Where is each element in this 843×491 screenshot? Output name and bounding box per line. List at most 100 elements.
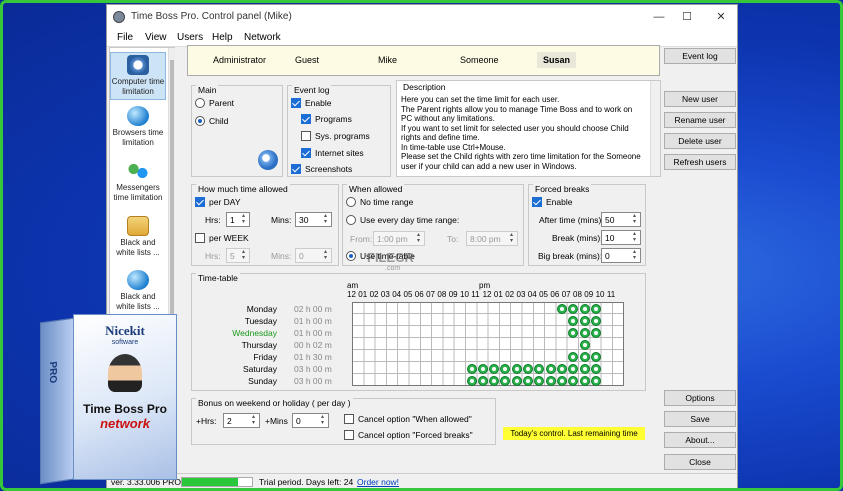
allowed-slot[interactable]	[579, 316, 590, 326]
allowed-slot[interactable]	[568, 316, 579, 326]
day-hrs-input[interactable]: 1	[226, 212, 250, 227]
allowed-slot[interactable]	[511, 376, 522, 386]
hour-label: 08	[573, 290, 582, 299]
allowed-slot[interactable]	[579, 376, 590, 386]
rename-user-button[interactable]: Rename user	[664, 112, 736, 128]
per-day-checkbox[interactable]	[195, 197, 205, 207]
allowed-slot[interactable]	[500, 376, 511, 386]
allowed-slot[interactable]	[579, 340, 590, 350]
cancel-forced-breaks-checkbox[interactable]	[344, 430, 354, 440]
event-log-button[interactable]: Event log	[664, 48, 736, 64]
day-mins-input[interactable]: 30	[295, 212, 332, 227]
menu-network[interactable]: Network	[244, 32, 281, 43]
timetable-grid[interactable]	[352, 302, 624, 386]
to-time-input[interactable]: 8:00 pm	[466, 231, 518, 246]
user-tab-susan[interactable]: Susan	[537, 52, 577, 68]
allowed-slot[interactable]	[556, 364, 567, 374]
allowed-slot[interactable]	[590, 364, 601, 374]
no-range-radio[interactable]	[346, 197, 356, 207]
allowed-slot[interactable]	[545, 376, 556, 386]
from-time-input[interactable]: 1:00 pm	[373, 231, 425, 246]
allowed-slot[interactable]	[579, 304, 590, 314]
sidebar-item-browsers-time[interactable]: Browsers time limitation	[110, 106, 166, 148]
sys-programs-checkbox[interactable]	[301, 131, 311, 141]
allowed-slot[interactable]	[489, 364, 500, 374]
bonus-hrs-input[interactable]: 2	[223, 413, 260, 428]
allowed-slot[interactable]	[556, 376, 567, 386]
allowed-slot[interactable]	[579, 364, 590, 374]
child-radio[interactable]	[195, 116, 205, 126]
screenshots-checkbox[interactable]	[291, 164, 301, 174]
allowed-slot[interactable]	[534, 364, 545, 374]
internet-sites-checkbox[interactable]	[301, 148, 311, 158]
allowed-slot[interactable]	[590, 316, 601, 326]
allowed-slot[interactable]	[466, 376, 477, 386]
use-timetable-radio[interactable]	[346, 251, 356, 261]
parent-radio[interactable]	[195, 98, 205, 108]
order-now-link[interactable]: Order now!	[357, 477, 399, 487]
allowed-slot[interactable]	[590, 352, 601, 362]
description-text: Here you can set the time limit for each…	[401, 95, 641, 171]
user-tab-guest[interactable]: Guest	[295, 55, 319, 65]
user-tab-mike[interactable]: Mike	[378, 55, 397, 65]
new-user-button[interactable]: New user	[664, 91, 736, 107]
cancel-when-allowed-checkbox[interactable]	[344, 414, 354, 424]
allowed-slot[interactable]	[568, 328, 579, 338]
after-time-input[interactable]: 50	[601, 212, 641, 227]
allowed-slot[interactable]	[579, 328, 590, 338]
week-hrs-input[interactable]: 5	[226, 248, 250, 263]
allowed-slot[interactable]	[590, 328, 601, 338]
close-window-button[interactable]: ✕	[707, 9, 735, 25]
refresh-users-button[interactable]: Refresh users	[664, 154, 736, 170]
maximize-button[interactable]: ☐	[673, 9, 701, 25]
day-label: Tuesday	[244, 316, 277, 326]
allowed-slot[interactable]	[568, 364, 579, 374]
allowed-slot[interactable]	[545, 364, 556, 374]
sidebar-item-black-white-lists-web[interactable]: Black and white lists ...	[110, 270, 166, 312]
user-tab-administrator[interactable]: Administrator	[213, 55, 266, 65]
every-day-radio[interactable]	[346, 215, 356, 225]
allowed-slot[interactable]	[568, 352, 579, 362]
today-control-label[interactable]: Today's control. Last remaining time	[503, 427, 645, 440]
allowed-slot[interactable]	[590, 304, 601, 314]
allowed-slot[interactable]	[523, 376, 533, 386]
allowed-slot[interactable]	[489, 376, 500, 386]
close-button[interactable]: Close	[664, 454, 736, 470]
allowed-slot[interactable]	[556, 304, 567, 314]
options-button[interactable]: Options	[664, 390, 736, 406]
bonus-mins-input[interactable]: 0	[292, 413, 329, 428]
save-button[interactable]: Save	[664, 411, 736, 427]
internet-sites-label: Internet sites	[315, 148, 364, 158]
description-scrollbar[interactable]	[650, 81, 660, 176]
programs-checkbox[interactable]	[301, 114, 311, 124]
allowed-slot[interactable]	[568, 304, 579, 314]
break-input[interactable]: 10	[601, 230, 641, 245]
sidebar-item-messengers-time[interactable]: Messengers time limitation	[110, 161, 166, 203]
allowed-slot[interactable]	[466, 364, 477, 374]
minimize-button[interactable]: —	[645, 9, 673, 25]
about-button[interactable]: About...	[664, 432, 736, 448]
week-mins-input[interactable]: 0	[295, 248, 332, 263]
menu-view[interactable]: View	[145, 32, 167, 43]
allowed-slot[interactable]	[534, 376, 545, 386]
allowed-slot[interactable]	[579, 352, 590, 362]
sidebar-item-computer-time[interactable]: Computer time limitation	[110, 52, 166, 100]
menu-help[interactable]: Help	[212, 32, 233, 43]
allowed-slot[interactable]	[590, 376, 601, 386]
user-tab-someone[interactable]: Someone	[460, 55, 499, 65]
allowed-slot[interactable]	[477, 376, 488, 386]
forced-breaks-enable-checkbox[interactable]	[532, 197, 542, 207]
allowed-slot[interactable]	[500, 364, 511, 374]
per-week-checkbox[interactable]	[195, 233, 205, 243]
allowed-slot[interactable]	[523, 364, 533, 374]
delete-user-button[interactable]: Delete user	[664, 133, 736, 149]
allowed-slot[interactable]	[511, 364, 522, 374]
menu-users[interactable]: Users	[177, 32, 203, 43]
event-log-enable-checkbox[interactable]	[291, 98, 301, 108]
menu-file[interactable]: File	[117, 32, 133, 43]
allowed-slot[interactable]	[568, 376, 579, 386]
sidebar-item-black-white-lists[interactable]: Black and white lists ...	[110, 216, 166, 258]
big-break-input[interactable]: 0	[601, 248, 641, 263]
allowed-slot[interactable]	[477, 364, 488, 374]
day-time-label: 02 h 00 m	[294, 304, 332, 314]
